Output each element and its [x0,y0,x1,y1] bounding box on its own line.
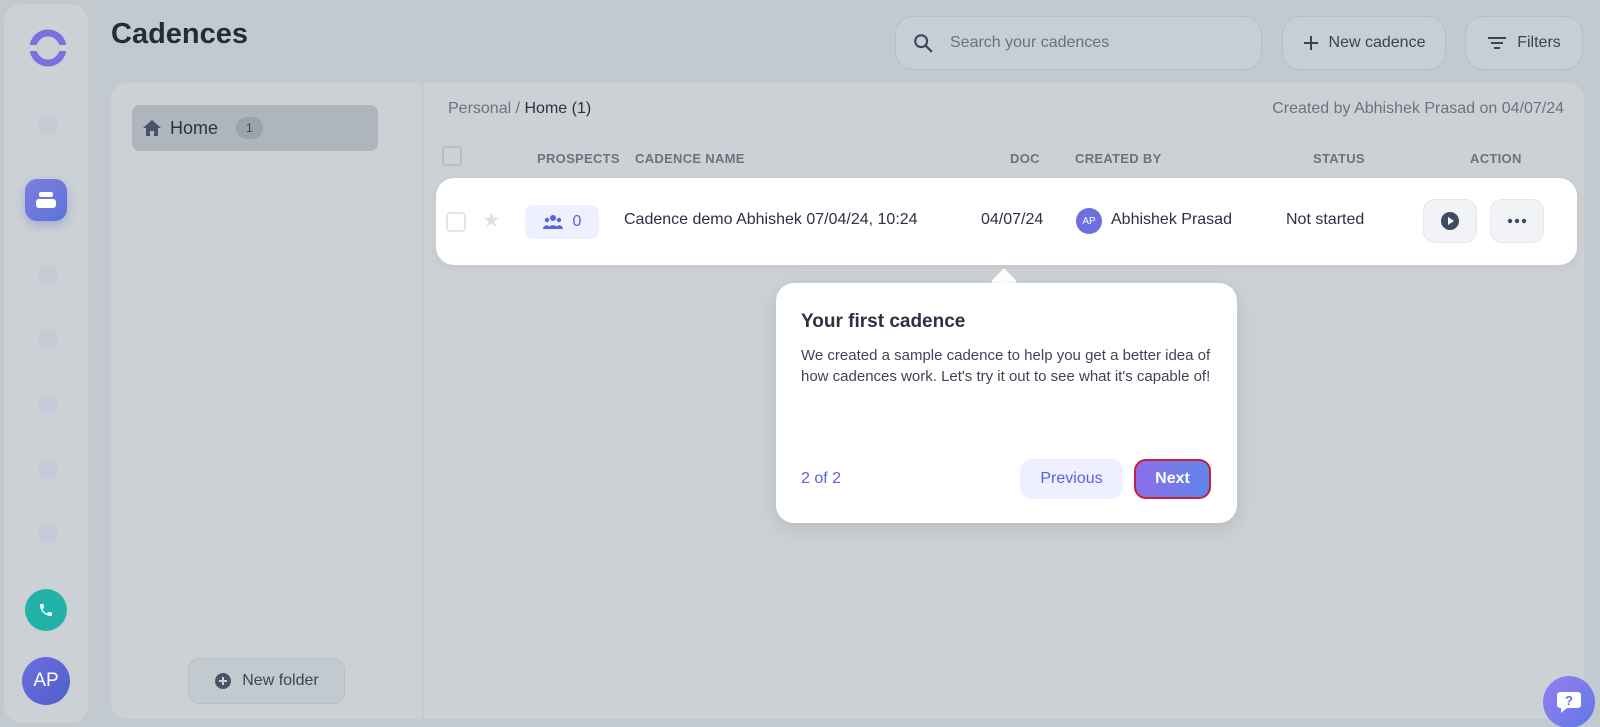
page-title: Cadences [111,18,249,50]
more-horizontal-icon [1507,218,1527,224]
cadences-nav-button[interactable] [25,179,67,221]
creator-avatar: AP [1076,208,1102,234]
filter-icon [1488,37,1507,49]
column-header-prospects[interactable]: PROSPECTS [537,151,620,166]
search-input[interactable] [950,34,1230,52]
column-header-cadence-name[interactable]: CADENCE NAME [635,151,745,166]
breadcrumb-separator: / [511,100,525,117]
play-icon [1441,212,1459,230]
people-icon [542,215,563,229]
folder-item-home[interactable]: Home 1 [132,105,378,151]
plus-icon [1303,36,1318,50]
previous-button[interactable]: Previous [1020,459,1123,499]
folder-count-badge: 1 [236,117,263,139]
star-icon[interactable]: ★ [482,208,501,233]
column-header-status[interactable]: STATUS [1313,151,1365,166]
nav-dot-icon[interactable] [38,116,58,136]
tour-popover: Your first cadence We created a sample c… [776,283,1237,523]
user-avatar[interactable]: AP [22,657,70,705]
nav-dot-icon[interactable] [38,524,58,544]
filters-button[interactable]: Filters [1465,16,1583,70]
table-row[interactable]: ★ 0 Cadence demo Abhishek 07/04/24, 10:2… [436,178,1577,265]
breadcrumb-parent[interactable]: Personal [448,100,511,117]
select-all-checkbox[interactable] [442,146,462,166]
status-text: Not started [1286,211,1365,228]
column-header-action[interactable]: ACTION [1470,151,1522,166]
row-checkbox[interactable] [446,212,466,232]
tour-step-counter: 2 of 2 [801,470,842,487]
nav-dot-icon[interactable] [38,394,58,414]
phone-button[interactable] [25,589,67,631]
help-chat-icon: ? [1557,692,1581,713]
table-header: PROSPECTS CADENCE NAME DOC CREATED BY ST… [424,138,1584,182]
creator-name: Abhishek Prasad [1111,211,1232,228]
nav-dot-icon[interactable] [38,459,58,479]
column-header-doc[interactable]: DOC [1010,151,1040,166]
breadcrumb: Personal / Home (1) [448,100,591,118]
nav-dot-icon[interactable] [38,329,58,349]
next-button[interactable]: Next [1134,459,1211,499]
cadence-doc: 04/07/24 [981,211,1044,228]
column-header-created-by[interactable]: CREATED BY [1075,151,1162,166]
filters-label: Filters [1517,34,1561,51]
prospects-count: 0 [572,213,582,230]
stack-icon [36,192,56,208]
folder-panel: Home 1 New folder [111,83,423,719]
app-logo-icon[interactable] [27,27,69,69]
created-by-note: Created by Abhishek Prasad on 04/07/24 [1272,100,1564,117]
more-options-button[interactable] [1490,199,1544,243]
search-icon [914,34,933,53]
phone-icon [40,604,52,616]
left-rail: AP [4,4,88,723]
home-icon [143,120,161,136]
help-button[interactable]: ? [1543,676,1595,727]
nav-dot-icon[interactable] [38,264,58,284]
new-cadence-label: New cadence [1328,34,1426,51]
cadence-name-link[interactable]: Cadence demo Abhishek 07/04/24, 10:24 [624,211,918,229]
tour-title: Your first cadence [801,311,966,332]
new-folder-label: New folder [242,672,319,689]
tour-body: We created a sample cadence to help you … [801,347,1211,385]
new-cadence-button[interactable]: New cadence [1282,16,1446,70]
breadcrumb-current: Home (1) [524,100,592,117]
prospects-count-button[interactable]: 0 [525,205,599,239]
svg-text:?: ? [1565,693,1573,708]
play-button[interactable] [1423,199,1477,243]
search-box[interactable] [895,16,1262,70]
add-circle-icon [215,673,232,689]
new-folder-button[interactable]: New folder [188,658,345,704]
folder-home-label: Home [170,117,219,138]
